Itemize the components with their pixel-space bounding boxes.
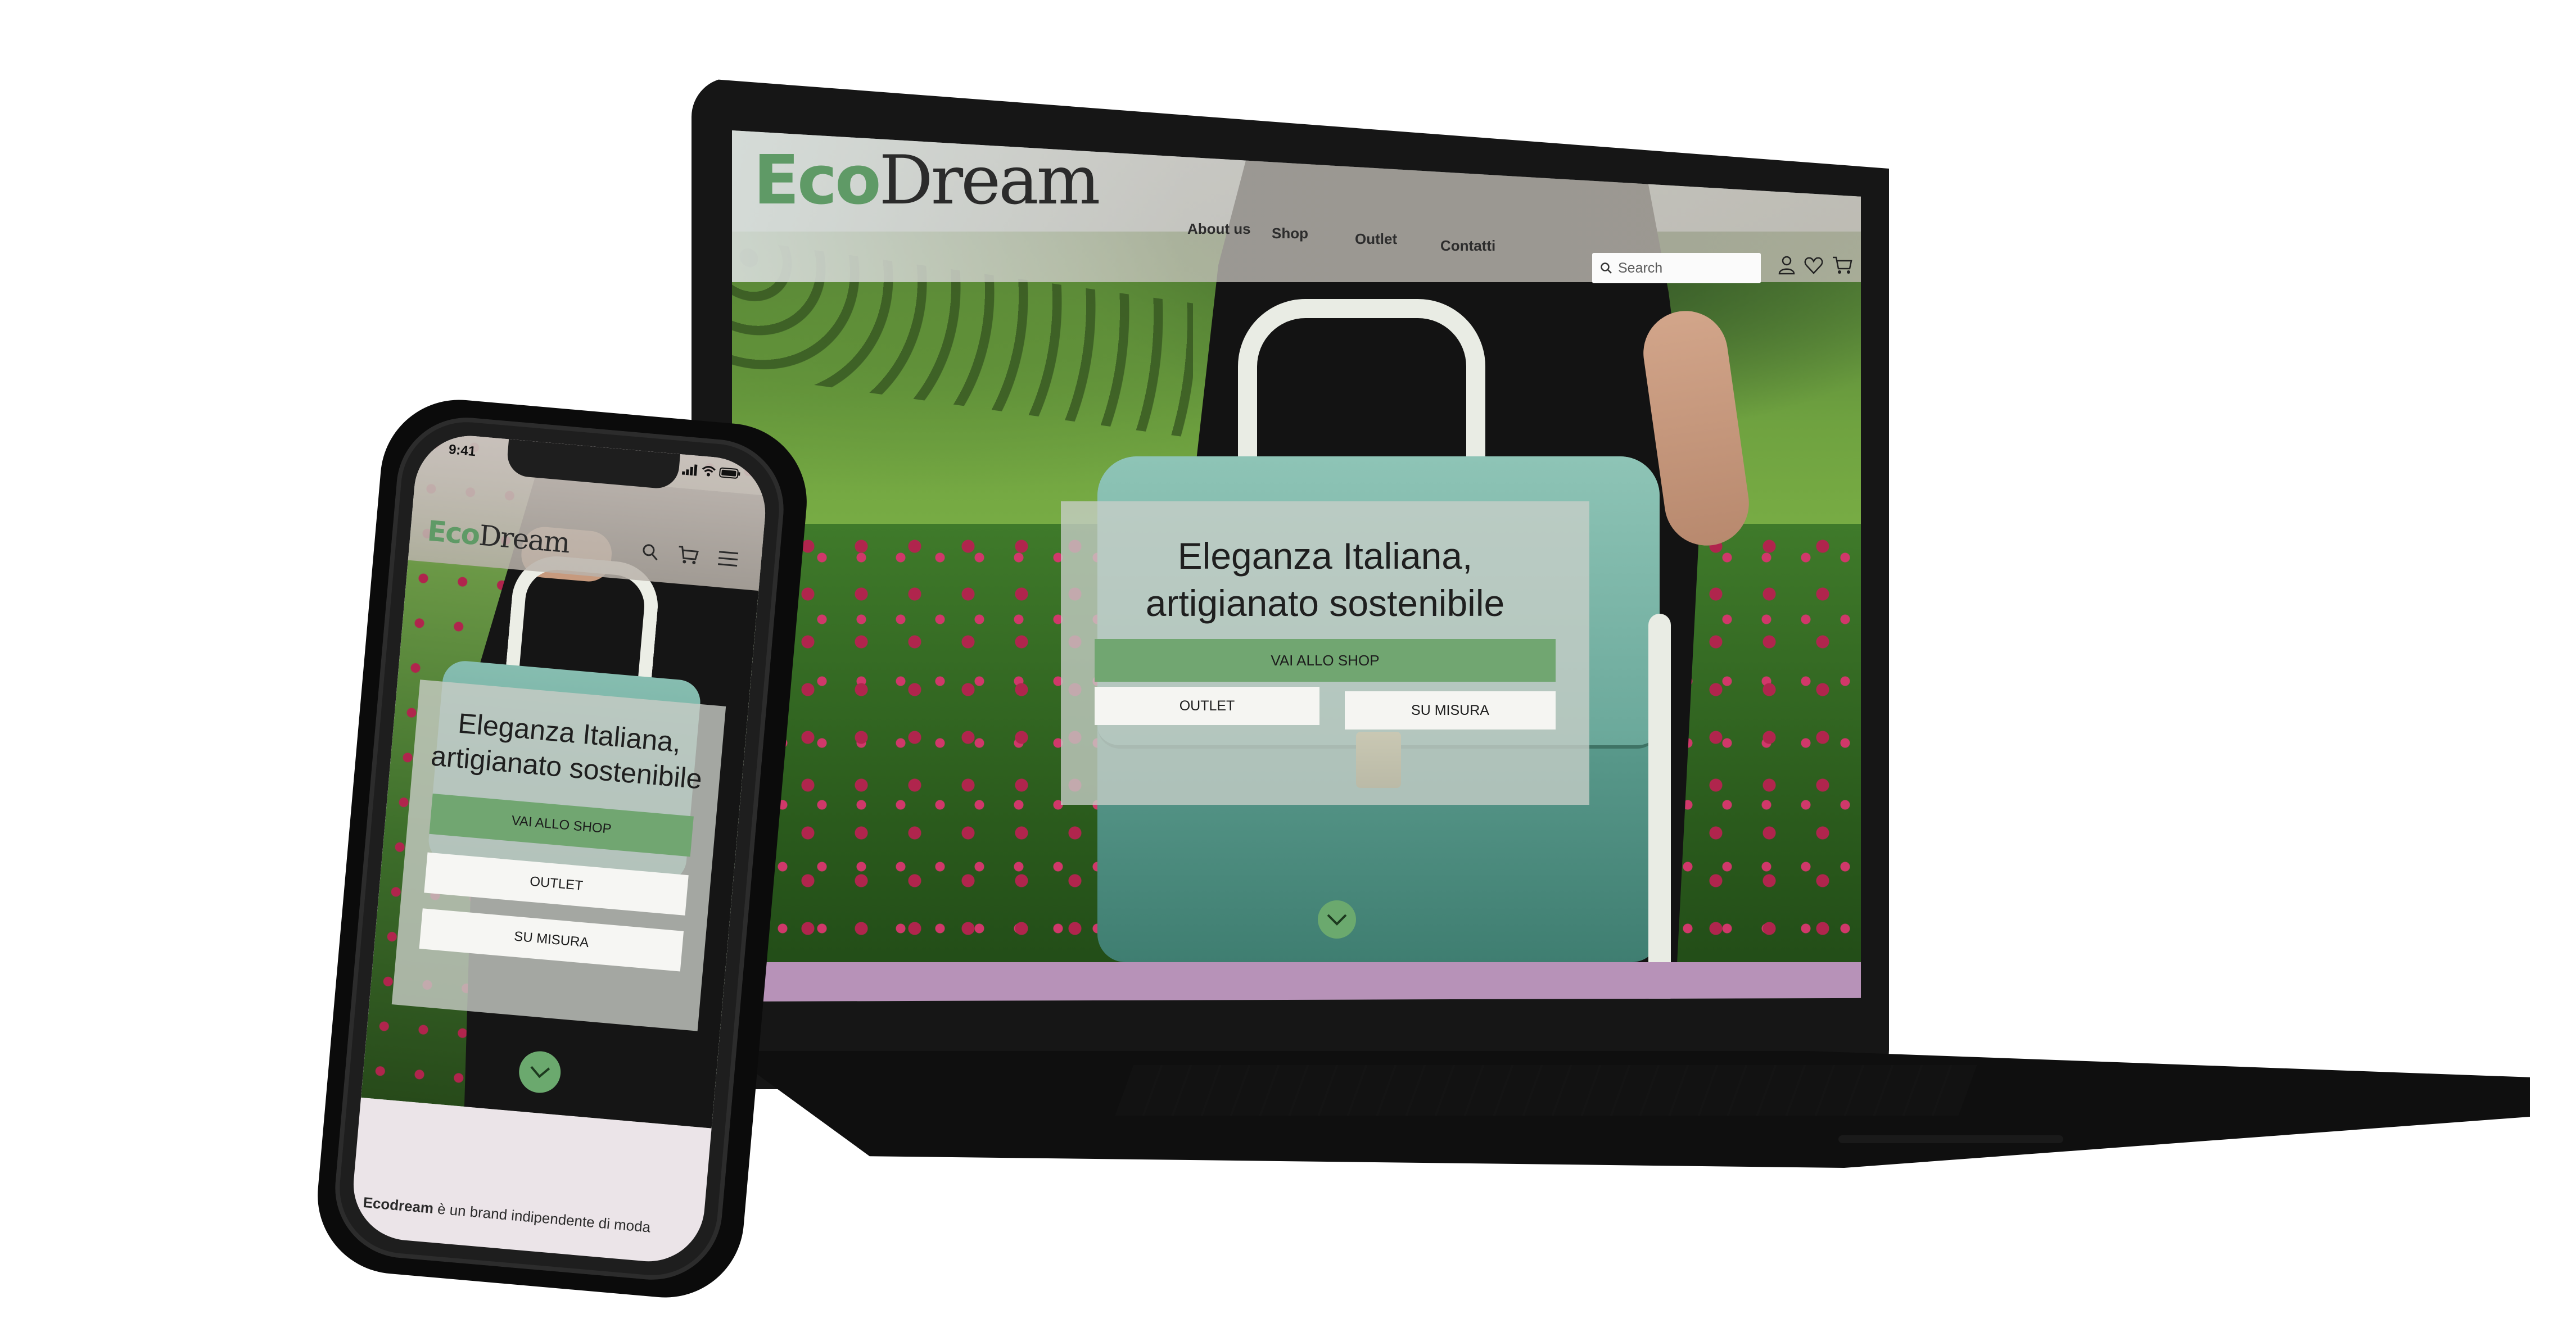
phone-screen: 9:41 EcoDream Eleganza Italiana, artigia… (349, 431, 770, 1266)
phone-frame: 9:41 EcoDream Eleganza Italiana, artigia… (329, 411, 790, 1286)
phone-shop-button[interactable]: VAI ALLO SHOP (429, 793, 694, 857)
hero-card: Eleganza Italiana, artigianato sostenibi… (1061, 501, 1589, 805)
shop-button[interactable]: VAI ALLO SHOP (1095, 639, 1556, 682)
brand-name: Ecodream (362, 1194, 435, 1217)
accent-band (732, 962, 1861, 1002)
phone-outlet-button[interactable]: OUTLET (424, 852, 689, 916)
laptop-keyboard (1115, 1065, 1977, 1116)
header-actions (1778, 255, 1853, 275)
laptop-edge-highlight (1838, 1135, 2063, 1143)
cart-icon[interactable] (676, 544, 701, 566)
search-icon (1601, 262, 1612, 274)
search-icon[interactable] (640, 542, 660, 562)
mockup-stage: EcoDream About us Shop Outlet Contatti S… (0, 0, 2576, 1323)
hero-title: Eleganza Italiana, artigianato sostenibi… (1145, 535, 1505, 624)
nav-contatti[interactable]: Contatti (1440, 237, 1495, 255)
chevron-down-icon (530, 1066, 550, 1079)
phone-hero-title: Eleganza Italiana, artigianato sostenibi… (430, 707, 703, 795)
scroll-down-button[interactable] (1318, 900, 1356, 939)
search-placeholder: Search (1618, 260, 1663, 276)
signal-icon (681, 464, 698, 476)
nav-outlet[interactable]: Outlet (1355, 230, 1397, 248)
nav-shop[interactable]: Shop (1272, 225, 1308, 242)
chevron-down-icon (1327, 914, 1347, 926)
su-misura-button[interactable]: SU MISURA (1345, 691, 1556, 730)
cart-icon[interactable] (1832, 255, 1853, 275)
heart-icon[interactable] (1804, 255, 1824, 275)
search-input[interactable]: Search (1592, 253, 1761, 283)
logo-eco: Eco (753, 142, 882, 220)
outlet-button[interactable]: OUTLET (1095, 687, 1319, 725)
user-icon[interactable] (1778, 255, 1796, 275)
nav-about-us[interactable]: About us (1187, 220, 1251, 238)
intro-sentence: è un brand indipendente di moda (432, 1199, 652, 1236)
wifi-icon (702, 466, 716, 477)
battery-icon (719, 467, 740, 479)
status-time: 9:41 (448, 442, 477, 460)
logo-dream: Dream (879, 142, 1101, 220)
phone-hero-card: Eleganza Italiana, artigianato sostenibi… (391, 679, 726, 1031)
menu-icon[interactable] (717, 550, 739, 568)
phone-su-misura-button[interactable]: SU MISURA (419, 908, 684, 972)
laptop-screen: EcoDream About us Shop Outlet Contatti S… (732, 130, 1861, 1002)
logo-eco: Eco (426, 514, 481, 552)
site-logo[interactable]: EcoDream (753, 147, 1100, 215)
phone-intro-text: Ecodream è un brand indipendente di moda (362, 1194, 699, 1240)
